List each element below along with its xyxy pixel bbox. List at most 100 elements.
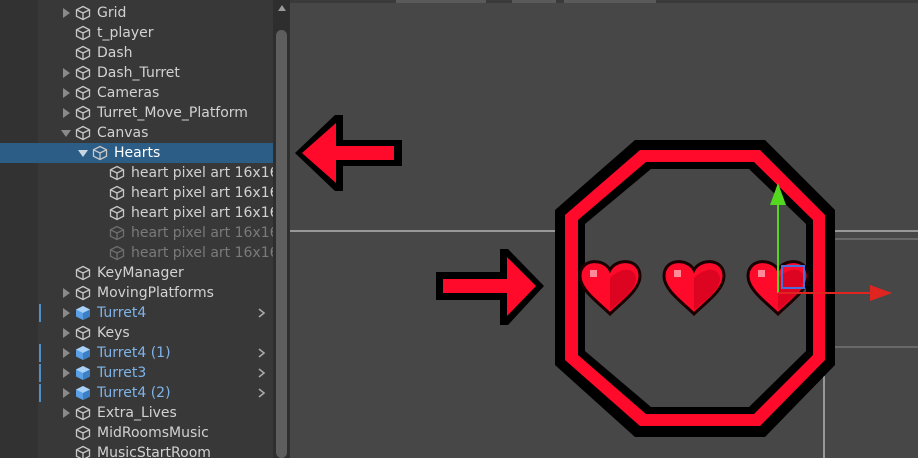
cube-icon <box>75 425 91 441</box>
cube-icon <box>92 145 108 161</box>
prefab-override-marker <box>39 364 41 382</box>
cube-icon <box>109 165 125 181</box>
hierarchy-item[interactable]: Dash <box>0 43 273 63</box>
hierarchy-item-label: heart pixel art 16x16 <box>131 225 273 241</box>
hierarchy-item-label: KeyManager <box>97 265 184 281</box>
collapse-arrow-icon[interactable] <box>77 143 89 163</box>
hierarchy-item[interactable]: MusicStartRoom <box>0 443 273 458</box>
cube-icon <box>109 185 125 201</box>
hierarchy-scrollbar[interactable] <box>273 0 290 458</box>
hierarchy-item[interactable]: heart pixel art 16x16 <box>0 203 273 223</box>
hierarchy-item-label: Keys <box>97 325 130 341</box>
expand-arrow-icon[interactable] <box>60 403 72 423</box>
hierarchy-item-label: heart pixel art 16x16 <box>131 205 273 221</box>
hierarchy-item-label: MusicStartRoom <box>97 445 211 458</box>
hierarchy-item-label: Turret3 <box>97 365 147 381</box>
hierarchy-item[interactable]: heart pixel art 16x16 <box>0 183 273 203</box>
hierarchy-item-label: Dash <box>97 45 133 61</box>
hierarchy-item[interactable]: heart pixel art 16x16 <box>0 243 273 263</box>
hierarchy-item[interactable]: Dash_Turret <box>0 63 273 83</box>
collapse-arrow-icon[interactable] <box>60 123 72 143</box>
scene-canvas[interactable] <box>290 0 918 458</box>
expand-arrow-icon[interactable] <box>60 363 72 383</box>
cube-icon <box>109 205 125 221</box>
left-arrow-sprite[interactable] <box>295 115 402 191</box>
open-prefab-chevron-icon[interactable] <box>256 303 268 323</box>
expand-arrow-icon[interactable] <box>60 323 72 343</box>
right-arrow-sprite[interactable] <box>436 249 544 325</box>
hierarchy-item[interactable]: Turret4 (2) <box>0 383 273 403</box>
prefab-override-marker <box>39 304 41 322</box>
prefab-cube-icon <box>75 365 91 381</box>
hierarchy-item[interactable]: Turret4 <box>0 303 273 323</box>
expand-arrow-icon[interactable] <box>60 3 72 23</box>
expand-arrow-icon[interactable] <box>60 303 72 323</box>
cube-icon <box>75 265 91 281</box>
cube-icon <box>75 65 91 81</box>
scroll-up-arrow-icon[interactable] <box>278 5 286 11</box>
hierarchy-item[interactable]: heart pixel art 16x16 <box>0 223 273 243</box>
cube-icon <box>75 445 91 458</box>
hierarchy-item-label: Turret4 (2) <box>97 385 171 401</box>
hierarchy-panel: Grid t_player Dash Dash_Turret Cameras Turret… <box>0 0 273 458</box>
hierarchy-item-label: heart pixel art 16x16 <box>131 185 273 201</box>
hierarchy-item[interactable]: KeyManager <box>0 263 273 283</box>
expand-arrow-icon[interactable] <box>60 343 72 363</box>
prefab-cube-icon <box>75 345 91 361</box>
hierarchy-item[interactable]: Canvas <box>0 123 273 143</box>
cube-icon <box>75 85 91 101</box>
prefab-cube-icon <box>75 385 91 401</box>
hierarchy-item[interactable]: Turret_Move_Platform <box>0 103 273 123</box>
cube-icon <box>109 225 125 241</box>
expand-arrow-icon[interactable] <box>60 383 72 403</box>
hierarchy-item[interactable]: Turret4 (1) <box>0 343 273 363</box>
scene-view[interactable] <box>290 0 918 458</box>
gizmo-x-arrow-icon[interactable] <box>870 285 892 301</box>
hierarchy-item-label: Turret4 (1) <box>97 345 171 361</box>
hierarchy-scrollbar-thumb[interactable] <box>276 30 287 458</box>
cube-icon <box>109 245 125 261</box>
hierarchy-item[interactable]: MovingPlatforms <box>0 283 273 303</box>
prefab-cube-icon <box>75 305 91 321</box>
hierarchy-item[interactable]: MidRoomsMusic <box>0 423 273 443</box>
cube-icon <box>75 105 91 121</box>
hierarchy-item[interactable]: heart pixel art 16x16 <box>0 163 273 183</box>
hierarchy-item-label: Hearts <box>114 145 161 161</box>
cube-icon <box>75 325 91 341</box>
hierarchy-item[interactable]: Keys <box>0 323 273 343</box>
cube-icon <box>75 5 91 21</box>
hierarchy-item[interactable]: Cameras <box>0 83 273 103</box>
open-prefab-chevron-icon[interactable] <box>256 363 268 383</box>
hierarchy-item-label: Grid <box>97 5 127 21</box>
open-prefab-chevron-icon[interactable] <box>256 343 268 363</box>
hierarchy-item-label: t_player <box>97 25 154 41</box>
hierarchy-item[interactable]: Hearts <box>0 143 273 163</box>
hierarchy-item[interactable]: Grid <box>0 3 273 23</box>
cube-icon <box>75 125 91 141</box>
expand-arrow-icon[interactable] <box>60 283 72 303</box>
expand-arrow-icon[interactable] <box>60 63 72 83</box>
hierarchy-item-label: Turret4 <box>97 305 147 321</box>
prefab-override-marker <box>39 384 41 402</box>
hierarchy-item-label: MidRoomsMusic <box>97 425 209 441</box>
prefab-override-marker <box>39 344 41 362</box>
hierarchy-item[interactable]: Extra_Lives <box>0 403 273 423</box>
cube-icon <box>75 25 91 41</box>
hierarchy-item-label: heart pixel art 16x16 <box>131 165 273 181</box>
hierarchy-item-label: Cameras <box>97 85 160 101</box>
hearts-container[interactable] <box>578 260 810 317</box>
hierarchy-item-label: Turret_Move_Platform <box>97 105 248 121</box>
hierarchy-item-label: Canvas <box>97 125 149 141</box>
cube-icon <box>75 45 91 61</box>
cube-icon <box>75 405 91 421</box>
expand-arrow-icon[interactable] <box>60 103 72 123</box>
expand-arrow-icon[interactable] <box>60 83 72 103</box>
open-prefab-chevron-icon[interactable] <box>256 383 268 403</box>
hierarchy-item-label: MovingPlatforms <box>97 285 214 301</box>
hierarchy-item[interactable]: t_player <box>0 23 273 43</box>
cube-icon <box>75 285 91 301</box>
hierarchy-item-label: Dash_Turret <box>97 65 180 81</box>
hierarchy-item[interactable]: Turret3 <box>0 363 273 383</box>
hierarchy-item-label: Extra_Lives <box>97 405 177 421</box>
hierarchy-item-label: heart pixel art 16x16 <box>131 245 273 261</box>
